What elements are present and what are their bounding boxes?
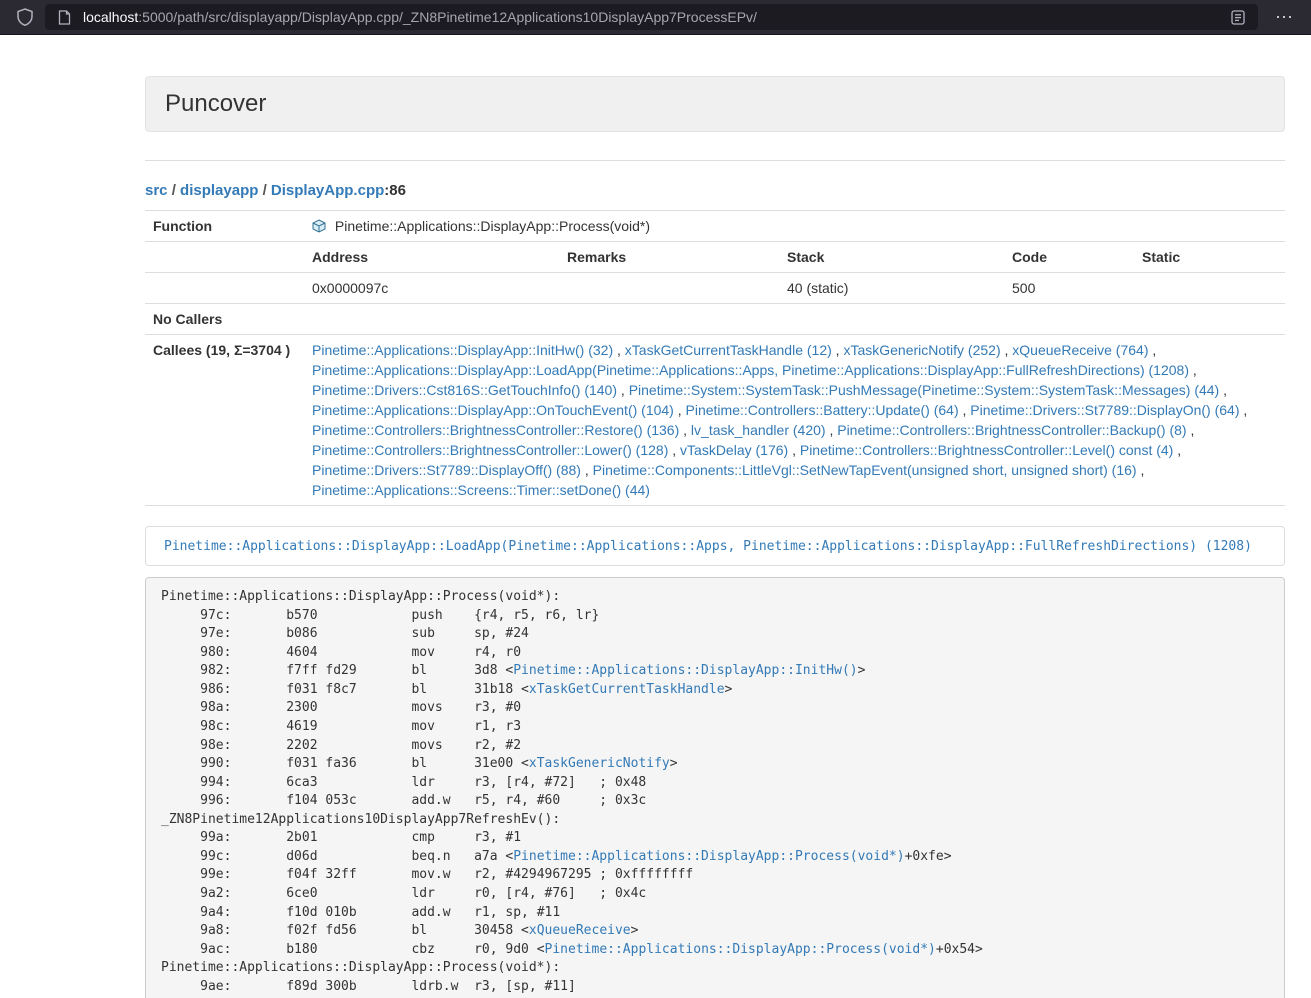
divider: [145, 160, 1285, 161]
app-header: Puncover: [145, 76, 1285, 132]
no-callers-row: No Callers: [145, 304, 1285, 335]
code-symbol-link[interactable]: Pinetime::Applications::DisplayApp::Proc…: [513, 849, 904, 864]
remarks-value: [559, 273, 779, 304]
callee-separator: ,: [1173, 442, 1181, 458]
callee-separator: ,: [581, 462, 593, 478]
metrics-value-row: 0x0000097c 40 (static) 500: [145, 273, 1285, 304]
code-symbol-link[interactable]: xQueueReceive: [529, 923, 631, 938]
callees-list: Pinetime::Applications::DisplayApp::Init…: [304, 335, 1285, 506]
breadcrumb-link-displayapp[interactable]: displayapp: [180, 182, 258, 199]
metrics-header-spacer: [145, 242, 304, 273]
address-value: 0x0000097c: [304, 273, 559, 304]
page-icon: [55, 10, 74, 25]
callee-separator: ,: [617, 382, 629, 398]
callee-link[interactable]: xTaskGenericNotify (252): [843, 342, 1000, 358]
highlighted-symbol-panel: Pinetime::Applications::DisplayApp::Load…: [145, 526, 1285, 566]
column-header-remarks: Remarks: [559, 242, 779, 273]
callee-link[interactable]: Pinetime::Components::LittleVgl::SetNewT…: [593, 462, 1137, 478]
highlighted-symbol-link[interactable]: Pinetime::Applications::DisplayApp::Load…: [164, 539, 1252, 554]
callee-link[interactable]: Pinetime::Drivers::St7789::DisplayOn() (…: [970, 402, 1239, 418]
callee-separator: ,: [1148, 342, 1156, 358]
callee-link[interactable]: Pinetime::Applications::DisplayApp::Init…: [312, 342, 613, 358]
callee-separator: ,: [832, 342, 844, 358]
callee-link[interactable]: Pinetime::Applications::Screens::Timer::…: [312, 482, 650, 498]
url-host: localhost: [83, 9, 138, 25]
callees-row: Callees (19, Σ=3704 ) Pinetime::Applicat…: [145, 335, 1285, 506]
stack-value: 40 (static): [779, 273, 1004, 304]
function-symbol-icon: [312, 219, 326, 233]
breadcrumb-separator: /: [168, 182, 181, 199]
code-value: 500: [1004, 273, 1134, 304]
callee-link[interactable]: Pinetime::Applications::DisplayApp::Load…: [312, 362, 1189, 378]
callee-separator: ,: [959, 402, 971, 418]
symbol-table: Function Pinetime::Applications::Display…: [145, 210, 1285, 506]
callee-link[interactable]: Pinetime::Applications::DisplayApp::OnTo…: [312, 402, 674, 418]
page-title: Puncover: [165, 90, 266, 117]
function-row: Function Pinetime::Applications::Display…: [145, 211, 1285, 242]
callee-separator: ,: [1189, 362, 1197, 378]
callee-link[interactable]: Pinetime::Drivers::St7789::DisplayOff() …: [312, 462, 581, 478]
static-value: [1134, 273, 1285, 304]
callee-separator: ,: [1240, 402, 1248, 418]
column-header-code: Code: [1004, 242, 1134, 273]
breadcrumb: src / displayapp / DisplayApp.cpp:86: [145, 181, 1285, 201]
tracking-shield-icon[interactable]: [14, 8, 36, 26]
callee-link[interactable]: Pinetime::Drivers::Cst816S::GetTouchInfo…: [312, 382, 617, 398]
url-bar[interactable]: localhost:5000/path/src/displayapp/Displ…: [45, 4, 1258, 30]
ellipsis-menu-icon[interactable]: ⋯: [1267, 8, 1301, 26]
callee-separator: ,: [788, 442, 800, 458]
page-container: Puncover src / displayapp / DisplayApp.c…: [145, 76, 1285, 998]
callee-separator: ,: [1001, 342, 1013, 358]
callee-link[interactable]: lv_task_handler (420): [691, 422, 826, 438]
code-symbol-link[interactable]: xTaskGenericNotify: [529, 756, 670, 771]
callee-link[interactable]: Pinetime::Controllers::Battery::Update()…: [686, 402, 959, 418]
column-header-static: Static: [1134, 242, 1285, 273]
no-callers-cell: [304, 304, 1285, 335]
callee-separator: ,: [674, 402, 686, 418]
callee-separator: ,: [668, 442, 680, 458]
callee-link[interactable]: Pinetime::Controllers::BrightnessControl…: [312, 442, 668, 458]
callee-separator: ,: [1137, 462, 1145, 478]
column-header-stack: Stack: [779, 242, 1004, 273]
column-header-address: Address: [304, 242, 559, 273]
code-symbol-link[interactable]: Pinetime::Applications::DisplayApp::Init…: [513, 663, 857, 678]
metrics-value-spacer: [145, 273, 304, 304]
reader-mode-icon[interactable]: [1228, 10, 1248, 25]
callee-separator: ,: [1187, 422, 1195, 438]
metrics-header-row: Address Remarks Stack Code Static: [145, 242, 1285, 273]
function-label: Function: [145, 211, 304, 242]
browser-chrome: localhost:5000/path/src/displayapp/Displ…: [0, 0, 1311, 35]
callee-link[interactable]: xTaskGetCurrentTaskHandle (12): [625, 342, 832, 358]
url-text: localhost:5000/path/src/displayapp/Displ…: [83, 9, 1219, 25]
callee-link[interactable]: vTaskDelay (176): [680, 442, 788, 458]
callee-separator: ,: [613, 342, 625, 358]
breadcrumb-link-src[interactable]: src: [145, 182, 168, 199]
disassembly: Pinetime::Applications::DisplayApp::Proc…: [145, 577, 1285, 998]
breadcrumb-separator: /: [258, 182, 271, 199]
code-symbol-link[interactable]: Pinetime::Applications::DisplayApp::Proc…: [545, 942, 936, 957]
url-path: :5000/path/src/displayapp/DisplayApp.cpp…: [138, 9, 757, 25]
code-symbol-link[interactable]: xTaskGetCurrentTaskHandle: [529, 682, 725, 697]
callee-link[interactable]: Pinetime::Controllers::BrightnessControl…: [837, 422, 1186, 438]
breadcrumb-link-file[interactable]: DisplayApp.cpp: [271, 182, 384, 199]
callees-label: Callees (19, Σ=3704 ): [145, 335, 304, 506]
function-cell: Pinetime::Applications::DisplayApp::Proc…: [304, 211, 1285, 242]
no-callers-label: No Callers: [145, 304, 304, 335]
callee-separator: ,: [826, 422, 838, 438]
callee-separator: ,: [1219, 382, 1227, 398]
callee-separator: ,: [679, 422, 691, 438]
callee-link[interactable]: xQueueReceive (764): [1012, 342, 1148, 358]
function-name: Pinetime::Applications::DisplayApp::Proc…: [335, 218, 650, 234]
callee-link[interactable]: Pinetime::Controllers::BrightnessControl…: [312, 422, 679, 438]
callee-link[interactable]: Pinetime::System::SystemTask::PushMessag…: [629, 382, 1220, 398]
breadcrumb-line-number: :86: [384, 182, 406, 199]
callee-link[interactable]: Pinetime::Controllers::BrightnessControl…: [800, 442, 1173, 458]
